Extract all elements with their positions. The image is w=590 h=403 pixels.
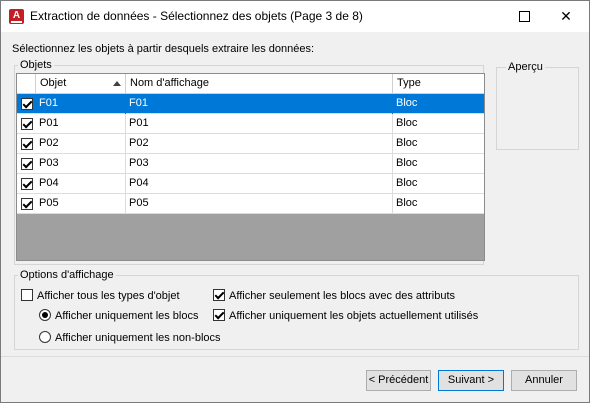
preview-panel <box>496 67 579 150</box>
row-checkbox[interactable] <box>21 178 33 190</box>
type-cell: Bloc <box>396 177 418 189</box>
display-name-cell: P04 <box>126 174 393 194</box>
row-checkbox[interactable] <box>21 138 33 150</box>
object-cell: P01 <box>36 114 126 134</box>
header-type[interactable]: Type <box>393 74 484 93</box>
window-title: Extraction de données - Sélectionnez des… <box>30 9 363 23</box>
sort-ascending-icon <box>113 81 121 86</box>
show-blocks-only-radio[interactable] <box>39 309 51 321</box>
header-checkbox-column[interactable] <box>17 74 36 93</box>
close-button[interactable]: ✕ <box>545 1 587 32</box>
footer-separator <box>1 356 589 357</box>
table-row[interactable]: P02 P02 Bloc <box>17 134 484 154</box>
row-checkbox[interactable] <box>21 158 33 170</box>
preview-title: Aperçu <box>506 61 545 73</box>
instruction-text: Sélectionnez les objets à partir desquel… <box>12 43 315 55</box>
display-name-cell: F01 <box>126 94 393 114</box>
close-icon: ✕ <box>560 8 572 24</box>
object-cell: P04 <box>36 174 126 194</box>
header-display-name[interactable]: Nom d'affichage <box>126 74 393 93</box>
row-checkbox[interactable] <box>21 118 33 130</box>
type-cell: Bloc <box>396 157 418 169</box>
type-cell: Bloc <box>396 97 418 109</box>
show-blocks-only-option[interactable]: Afficher uniquement les blocs <box>39 309 199 322</box>
show-in-use-only-option[interactable]: Afficher uniquement les objets actuellem… <box>213 309 478 322</box>
show-all-types-option[interactable]: Afficher tous les types d'objet <box>21 289 180 302</box>
object-cell: F01 <box>36 94 126 114</box>
row-checkbox[interactable] <box>21 198 33 210</box>
object-cell: P02 <box>36 134 126 154</box>
display-name-cell: P02 <box>126 134 393 154</box>
display-name-cell: P05 <box>126 194 393 214</box>
next-button[interactable]: Suivant > <box>438 370 504 391</box>
previous-button[interactable]: < Précédent <box>366 370 431 391</box>
display-name-cell: P01 <box>126 114 393 134</box>
show-in-use-only-checkbox[interactable] <box>213 309 225 321</box>
table-row[interactable]: F01 F01 Bloc <box>17 94 484 114</box>
object-cell: P03 <box>36 154 126 174</box>
table-row[interactable]: P01 P01 Bloc <box>17 114 484 134</box>
show-blocks-with-attributes-option[interactable]: Afficher seulement les blocs avec des at… <box>213 289 455 302</box>
row-checkbox[interactable] <box>21 98 33 110</box>
type-cell: Bloc <box>396 197 418 209</box>
table-header: Objet Nom d'affichage Type <box>17 74 484 94</box>
table-row[interactable]: P05 P05 Bloc <box>17 194 484 214</box>
show-all-types-checkbox[interactable] <box>21 289 33 301</box>
show-nonblocks-only-radio[interactable] <box>39 331 51 343</box>
maximize-icon <box>518 11 530 22</box>
type-cell: Bloc <box>396 137 418 149</box>
cancel-button[interactable]: Annuler <box>511 370 577 391</box>
table-row[interactable]: P03 P03 Bloc <box>17 154 484 174</box>
header-object[interactable]: Objet <box>36 74 126 93</box>
display-name-cell: P03 <box>126 154 393 174</box>
autocad-app-icon: A <box>9 9 24 24</box>
type-cell: Bloc <box>396 117 418 129</box>
title-bar: A Extraction de données - Sélectionnez d… <box>1 1 589 32</box>
dialog-window: A Extraction de données - Sélectionnez d… <box>0 0 590 403</box>
table-row[interactable]: P04 P04 Bloc <box>17 174 484 194</box>
objects-table: Objet Nom d'affichage Type F01 F01 Bloc … <box>16 73 485 261</box>
show-blocks-with-attributes-checkbox[interactable] <box>213 289 225 301</box>
maximize-button[interactable] <box>503 1 545 32</box>
show-nonblocks-only-option[interactable]: Afficher uniquement les non-blocs <box>39 331 221 344</box>
objects-group-title: Objets <box>18 59 54 71</box>
object-cell: P05 <box>36 194 126 214</box>
display-options-title: Options d'affichage <box>18 269 116 281</box>
